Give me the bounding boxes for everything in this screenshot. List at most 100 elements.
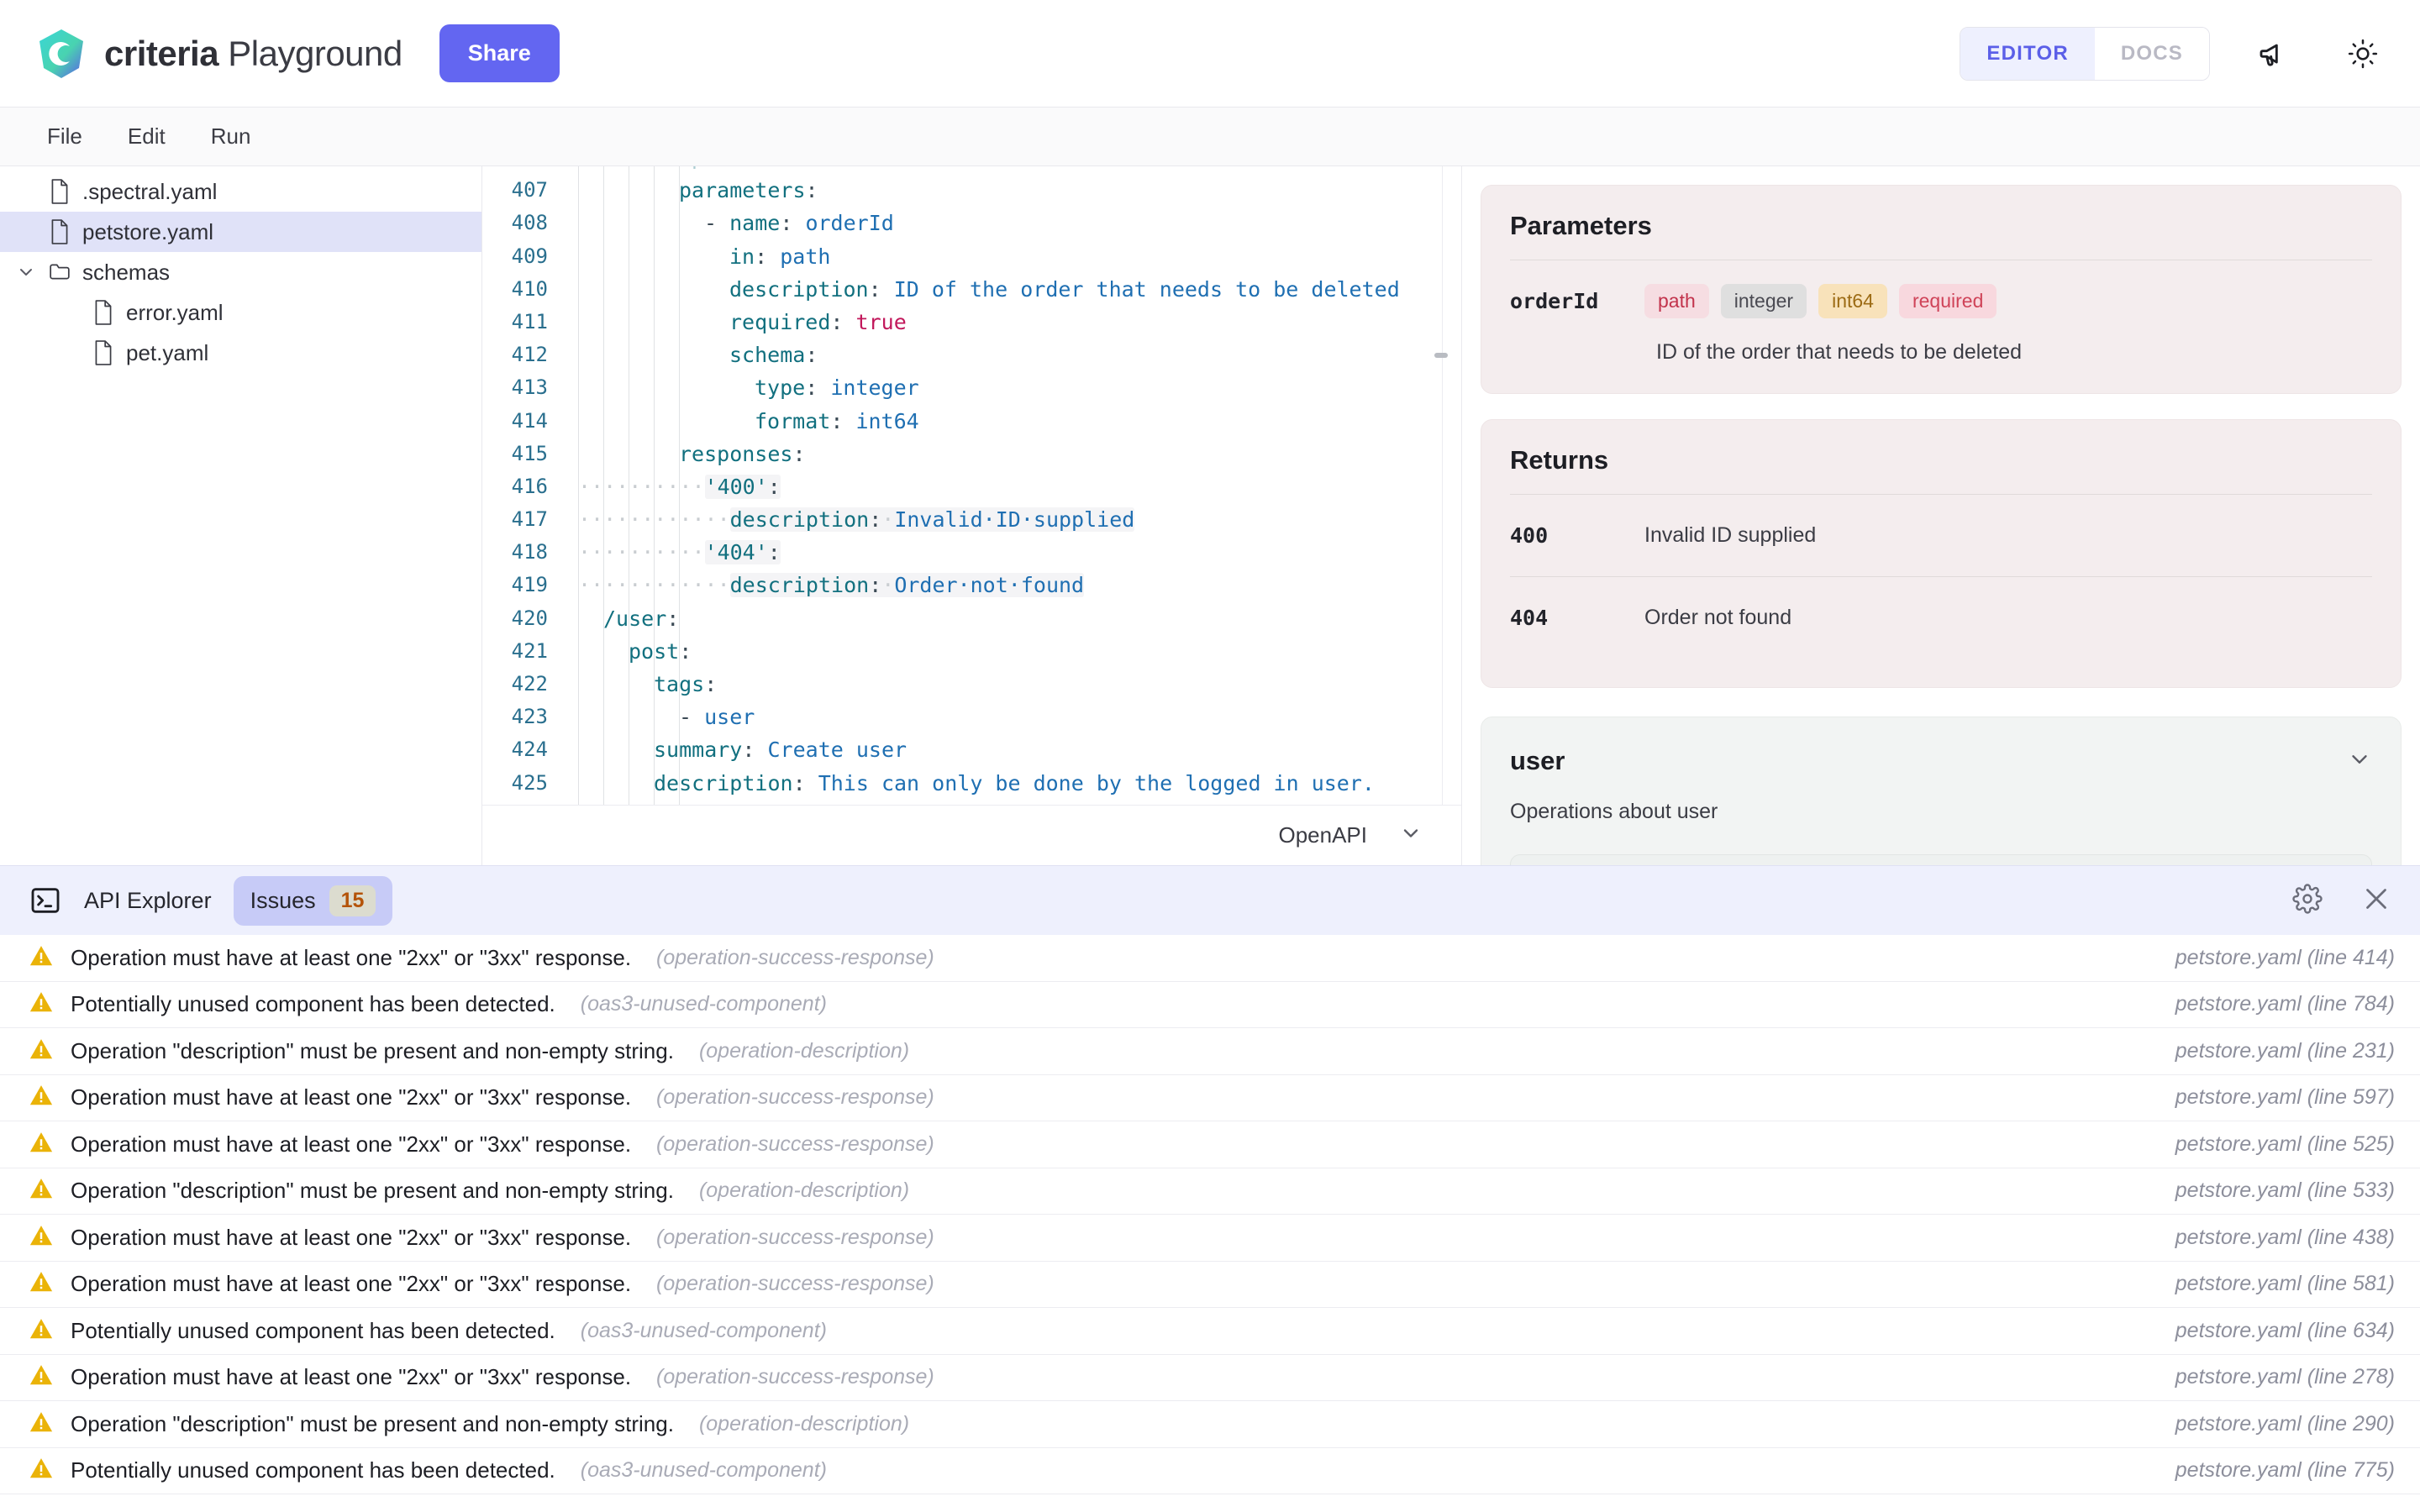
code-text: /user: <box>560 602 1461 635</box>
code-text: type: integer <box>560 371 1461 404</box>
tab-docs[interactable]: DOCS <box>2095 28 2209 80</box>
megaphone-icon[interactable] <box>2249 29 2299 79</box>
file-tree-item-label: schemas <box>82 260 170 286</box>
issue-location: petstore.yaml (line 597) <box>2175 1085 2395 1110</box>
line-number: 408 <box>482 207 560 239</box>
issue-row[interactable]: Operation must have at least one "2xx" o… <box>0 1355 2420 1402</box>
issue-location: petstore.yaml (line 278) <box>2175 1365 2395 1389</box>
line-number: 418 <box>482 536 560 569</box>
file-tree-item-pet-yaml[interactable]: pet.yaml <box>0 333 481 373</box>
chip-required: required <box>1899 284 1996 318</box>
issue-location: petstore.yaml (line 525) <box>2175 1132 2395 1157</box>
editor-scrollbar-thumb[interactable] <box>1434 353 1448 358</box>
gear-icon[interactable] <box>2292 884 2323 918</box>
issues-list[interactable]: Operation must have at least one "2xx" o… <box>0 935 2420 1512</box>
return-status-code: 404 <box>1510 606 1644 630</box>
issue-location: petstore.yaml (line 581) <box>2175 1272 2395 1296</box>
chevron-down-icon[interactable] <box>15 262 37 282</box>
issue-row[interactable]: Operation must have at least one "2xx" o… <box>0 1075 2420 1122</box>
return-row: 404 Order not found <box>1510 577 2372 659</box>
parameter-chips: path integer int64 required <box>1644 284 1996 318</box>
warning-icon <box>29 1269 54 1299</box>
close-icon[interactable] <box>2361 884 2391 918</box>
code-lines: 406operationId: deleteOrder407parameters… <box>482 166 1461 805</box>
chevron-down-icon[interactable] <box>1399 822 1423 849</box>
line-number: 417 <box>482 503 560 536</box>
issue-message: Operation "description" must be present … <box>71 1038 674 1064</box>
issue-message: Operation must have at least one "2xx" o… <box>71 1084 631 1110</box>
issue-location: petstore.yaml (line 533) <box>2175 1179 2395 1203</box>
issue-row[interactable]: Operation must have at least one "2xx" o… <box>0 1121 2420 1168</box>
issue-message: Potentially unused component has been de… <box>71 991 555 1017</box>
code-text: responses: <box>560 438 1461 470</box>
issue-location: petstore.yaml (line 634) <box>2175 1319 2395 1343</box>
code-viewport[interactable]: 406operationId: deleteOrder407parameters… <box>482 166 1461 805</box>
code-line: 425description: This can only be done by… <box>482 767 1461 800</box>
code-line: 417············description:·Invalid·ID·s… <box>482 503 1461 536</box>
menu-file[interactable]: File <box>29 117 101 156</box>
issue-row[interactable]: Operation "description" must be present … <box>0 1168 2420 1215</box>
code-text: schema: <box>560 339 1461 371</box>
file-tree-item-label: petstore.yaml <box>82 219 213 245</box>
return-description: Order not found <box>1644 606 1791 630</box>
code-line: 418··········'404': <box>482 536 1461 569</box>
file-tree-item-schemas[interactable]: schemas <box>0 252 481 292</box>
code-line: 419············description:·Order·not·fo… <box>482 569 1461 601</box>
app-root: criteria Playground Share EDITOR DOCS <box>0 0 2420 1512</box>
file-tree-item-error-yaml[interactable]: error.yaml <box>0 292 481 333</box>
menu-edit[interactable]: Edit <box>109 117 184 156</box>
code-text: operationId: deleteOrder <box>560 166 1461 174</box>
line-number: 413 <box>482 371 560 404</box>
issue-row[interactable]: Operation must have at least one "2xx" o… <box>0 1262 2420 1309</box>
sun-icon[interactable] <box>2338 29 2388 79</box>
line-number: 410 <box>482 273 560 306</box>
issue-rule: (oas3-unused-component) <box>581 1319 827 1343</box>
issue-row[interactable]: Potentially unused component has been de… <box>0 982 2420 1029</box>
chip-location: path <box>1644 284 1709 318</box>
file-tree-item--spectral-yaml[interactable]: .spectral.yaml <box>0 171 481 212</box>
warning-icon <box>29 1410 54 1439</box>
issue-message: Potentially unused component has been de… <box>71 1457 555 1483</box>
issue-row[interactable]: Operation must have at least one "2xx" o… <box>0 1215 2420 1262</box>
issue-row[interactable]: Potentially unused component has been de… <box>0 1448 2420 1495</box>
file-tree-item-petstore-yaml[interactable]: petstore.yaml <box>0 212 481 252</box>
warning-icon <box>29 1176 54 1205</box>
tab-issues[interactable]: Issues 15 <box>234 876 393 926</box>
warning-icon <box>29 1083 54 1112</box>
issue-rule: (operation-success-response) <box>656 946 934 970</box>
issue-row[interactable]: Operation must have at least one "2xx" o… <box>0 935 2420 982</box>
code-editor: 406operationId: deleteOrder407parameters… <box>482 166 1462 865</box>
bottom-panel-actions <box>2292 884 2391 918</box>
issue-row[interactable]: Operation "description" must be present … <box>0 1401 2420 1448</box>
issue-row[interactable]: Operation "description" must be present … <box>0 1028 2420 1075</box>
issue-rule: (operation-description) <box>699 1039 909 1063</box>
line-number: 421 <box>482 635 560 668</box>
code-line: 424summary: Create user <box>482 733 1461 766</box>
line-number: 414 <box>482 405 560 438</box>
code-text: in: path <box>560 240 1461 273</box>
menu-run[interactable]: Run <box>192 117 270 156</box>
bottom-panel: API Explorer Issues 15 Operation must ha… <box>0 865 2420 1512</box>
chevron-down-icon[interactable] <box>2347 747 2372 776</box>
issue-row[interactable]: Potentially unused component has been de… <box>0 1308 2420 1355</box>
code-text: required: true <box>560 306 1461 339</box>
operation-row[interactable]: POST /user Create user <box>1510 854 2372 865</box>
tab-issues-label: Issues <box>250 888 316 914</box>
code-line: 409in: path <box>482 240 1461 273</box>
warning-icon <box>29 1362 54 1392</box>
return-row: 400 Invalid ID supplied <box>1510 495 2372 576</box>
tab-editor[interactable]: EDITOR <box>1960 28 2094 80</box>
file-tree-item-label: pet.yaml <box>126 340 208 366</box>
share-button[interactable]: Share <box>439 24 560 82</box>
folder-icon <box>49 260 71 285</box>
tag-header[interactable]: user <box>1510 717 2372 776</box>
line-number: 416 <box>482 470 560 503</box>
issue-location: petstore.yaml (line 775) <box>2175 1458 2395 1483</box>
code-line: 422tags: <box>482 668 1461 701</box>
code-text: ··········'400': <box>560 470 1461 503</box>
code-text: summary: Create user <box>560 733 1461 766</box>
issue-location: petstore.yaml (line 290) <box>2175 1412 2395 1436</box>
code-text: tags: <box>560 668 1461 701</box>
code-line: 421post: <box>482 635 1461 668</box>
issue-rule: (operation-success-response) <box>656 1085 934 1110</box>
